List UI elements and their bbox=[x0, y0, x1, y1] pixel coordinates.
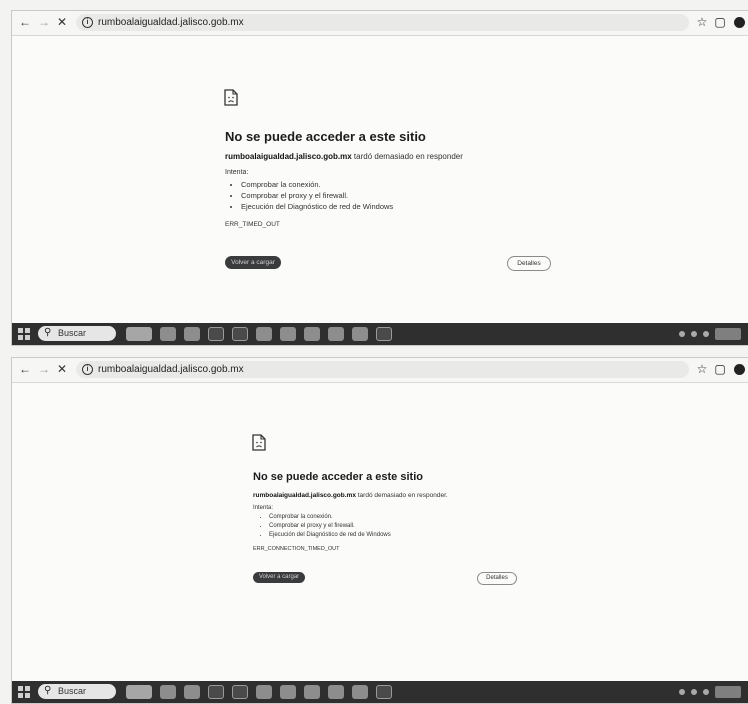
site-info-icon[interactable]: i bbox=[82, 17, 93, 28]
details-button[interactable]: Detalles bbox=[477, 572, 517, 585]
error-host-suffix: tardó demasiado en responder. bbox=[355, 492, 448, 499]
try-label: Intenta: bbox=[253, 505, 274, 511]
windows-start-icon[interactable] bbox=[18, 328, 30, 340]
url-text: rumboalaigualdad.jalisco.gob.mx bbox=[98, 17, 244, 28]
suggestion-item: Comprobar la conexión. bbox=[241, 179, 393, 190]
taskbar-app-icon[interactable] bbox=[352, 327, 368, 341]
tray-network-icon[interactable] bbox=[691, 331, 697, 337]
tray-chevron-icon[interactable] bbox=[679, 689, 685, 695]
taskbar-app-icon[interactable] bbox=[208, 685, 224, 699]
browser-screenshot-2: ← → ✕ i rumboalaigualdad.jalisco.gob.mx … bbox=[11, 357, 748, 704]
taskbar-app-icon[interactable] bbox=[184, 327, 200, 341]
taskbar-app-icon[interactable] bbox=[376, 685, 392, 699]
taskbar-search-label: Buscar bbox=[58, 328, 87, 338]
taskbar-app-icon[interactable] bbox=[280, 327, 296, 341]
taskbar-app-icon[interactable] bbox=[232, 327, 248, 341]
reload-button[interactable]: Volver a cargar bbox=[253, 572, 305, 583]
taskbar-app-icon[interactable] bbox=[328, 327, 344, 341]
taskbar-app-icon[interactable] bbox=[160, 685, 176, 699]
error-title: No se puede acceder a este sitio bbox=[253, 471, 423, 483]
bookmark-star-icon[interactable]: ☆ bbox=[695, 362, 709, 376]
windows-start-icon[interactable] bbox=[18, 686, 30, 698]
site-info-icon[interactable]: i bbox=[82, 364, 93, 375]
taskbar-app-icon[interactable] bbox=[160, 327, 176, 341]
forward-arrow-icon[interactable]: → bbox=[37, 362, 51, 376]
browser-screenshot-1: ← → ✕ i rumboalaigualdad.jalisco.gob.mx … bbox=[11, 10, 748, 346]
taskbar-app-icon[interactable] bbox=[352, 685, 368, 699]
taskbar-widget-icon[interactable] bbox=[126, 685, 152, 699]
back-arrow-icon[interactable]: ← bbox=[18, 15, 32, 29]
suggestion-list: Comprobar la conexión. Comprobar el prox… bbox=[255, 513, 391, 540]
taskbar-apps bbox=[126, 326, 392, 342]
tray-network-icon[interactable] bbox=[691, 689, 697, 695]
taskbar-app-icon[interactable] bbox=[232, 685, 248, 699]
tray-volume-icon[interactable] bbox=[703, 331, 709, 337]
error-host-suffix: tardó demasiado en responder bbox=[351, 152, 463, 161]
profile-avatar-icon[interactable] bbox=[734, 17, 745, 28]
search-icon: ⚲ bbox=[44, 327, 52, 338]
taskbar-app-icon[interactable] bbox=[256, 685, 272, 699]
suggestion-item: Comprobar el proxy y el firewall. bbox=[269, 522, 391, 531]
sad-document-icon bbox=[224, 89, 238, 106]
error-host: rumboalaigualdad.jalisco.gob.mx bbox=[225, 152, 352, 161]
tray-volume-icon[interactable] bbox=[703, 689, 709, 695]
try-label: Intenta: bbox=[225, 169, 249, 176]
tray-clock[interactable] bbox=[715, 686, 741, 698]
tray-chevron-icon[interactable] bbox=[679, 331, 685, 337]
taskbar-app-icon[interactable] bbox=[208, 327, 224, 341]
taskbar-search-label: Buscar bbox=[58, 686, 87, 696]
extensions-icon[interactable]: ▢ bbox=[713, 362, 727, 376]
error-code: ERR_TIMED_OUT bbox=[225, 221, 280, 228]
suggestion-item: Ejecución del Diagnóstico de red de Wind… bbox=[269, 531, 391, 540]
taskbar-widget-icon[interactable] bbox=[126, 327, 152, 341]
taskbar-app-icon[interactable] bbox=[376, 327, 392, 341]
reload-button[interactable]: Volver a cargar bbox=[225, 256, 281, 269]
taskbar-app-icon[interactable] bbox=[304, 685, 320, 699]
extensions-icon[interactable]: ▢ bbox=[713, 15, 727, 29]
taskbar-app-icon[interactable] bbox=[280, 685, 296, 699]
taskbar-app-icon[interactable] bbox=[304, 327, 320, 341]
url-omnibox[interactable]: i rumboalaigualdad.jalisco.gob.mx bbox=[76, 361, 689, 378]
address-bar: ← → ✕ i rumboalaigualdad.jalisco.gob.mx … bbox=[12, 358, 748, 383]
profile-avatar-icon[interactable] bbox=[734, 364, 745, 375]
suggestion-list: Comprobar la conexión. Comprobar el prox… bbox=[227, 179, 393, 212]
tray-clock[interactable] bbox=[715, 328, 741, 340]
sad-document-icon bbox=[252, 434, 266, 451]
taskbar-app-icon[interactable] bbox=[256, 327, 272, 341]
taskbar-apps bbox=[126, 684, 392, 700]
back-arrow-icon[interactable]: ← bbox=[18, 362, 32, 376]
taskbar-search-box[interactable]: ⚲ Buscar bbox=[38, 684, 116, 699]
stop-close-icon[interactable]: ✕ bbox=[55, 15, 69, 29]
forward-arrow-icon[interactable]: → bbox=[37, 15, 51, 29]
search-icon: ⚲ bbox=[44, 685, 52, 696]
address-bar: ← → ✕ i rumboalaigualdad.jalisco.gob.mx … bbox=[12, 11, 748, 36]
url-omnibox[interactable]: i rumboalaigualdad.jalisco.gob.mx bbox=[76, 14, 689, 31]
bookmark-star-icon[interactable]: ☆ bbox=[695, 15, 709, 29]
stop-close-icon[interactable]: ✕ bbox=[55, 362, 69, 376]
windows-taskbar: ⚲ Buscar bbox=[12, 681, 748, 703]
taskbar-app-icon[interactable] bbox=[184, 685, 200, 699]
error-code: ERR_CONNECTION_TIMED_OUT bbox=[253, 546, 340, 552]
system-tray bbox=[679, 326, 741, 342]
suggestion-item: Comprobar la conexión. bbox=[269, 513, 391, 522]
error-host-message: rumboalaigualdad.jalisco.gob.mx tardó de… bbox=[225, 152, 463, 161]
windows-taskbar: ⚲ Buscar bbox=[12, 323, 748, 345]
error-host-message: rumboalaigualdad.jalisco.gob.mx tardó de… bbox=[253, 492, 448, 499]
suggestion-item: Ejecución del Diagnóstico de red de Wind… bbox=[241, 201, 393, 212]
suggestion-item: Comprobar el proxy y el firewall. bbox=[241, 190, 393, 201]
url-text: rumboalaigualdad.jalisco.gob.mx bbox=[98, 364, 244, 375]
error-host: rumboalaigualdad.jalisco.gob.mx bbox=[253, 492, 356, 499]
taskbar-search-box[interactable]: ⚲ Buscar bbox=[38, 326, 116, 341]
error-title: No se puede acceder a este sitio bbox=[225, 129, 426, 144]
taskbar-app-icon[interactable] bbox=[328, 685, 344, 699]
details-button[interactable]: Detalles bbox=[507, 256, 551, 271]
system-tray bbox=[679, 684, 741, 700]
